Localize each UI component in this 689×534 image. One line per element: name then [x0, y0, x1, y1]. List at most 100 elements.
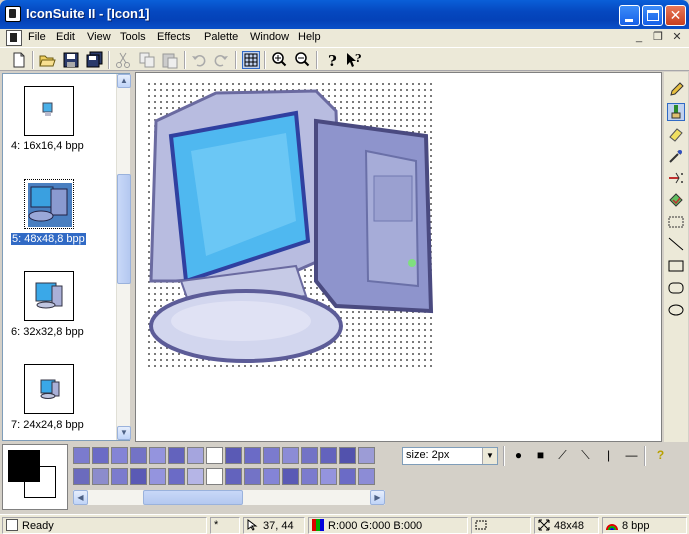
- brush-shape-square[interactable]: ■: [530, 446, 551, 465]
- palette-color-cell[interactable]: [225, 468, 242, 485]
- palette-color-cell[interactable]: [73, 447, 90, 464]
- brush-size-select[interactable]: size: 2px ▼: [402, 447, 498, 465]
- app-icon[interactable]: [5, 6, 21, 22]
- thumbnail-label[interactable]: 7: 24x24,8 bpp: [11, 419, 84, 431]
- editing-canvas[interactable]: [135, 72, 662, 442]
- zoom-out-button[interactable]: [293, 51, 311, 69]
- thumbnail-label[interactable]: 4: 16x16,4 bpp: [11, 140, 84, 152]
- grid-button[interactable]: [242, 51, 260, 69]
- save-button[interactable]: [62, 51, 80, 69]
- rounded-rect-tool[interactable]: [667, 279, 685, 297]
- mdi-minimize-button[interactable]: _: [632, 30, 646, 44]
- chevron-down-icon[interactable]: ▼: [482, 448, 497, 464]
- palette-color-cell[interactable]: [168, 447, 185, 464]
- open-button[interactable]: [38, 51, 56, 69]
- palette-color-cell[interactable]: [187, 468, 204, 485]
- palette-color-cell[interactable]: [282, 447, 299, 464]
- save-all-button[interactable]: [86, 51, 104, 69]
- palette-color-cell[interactable]: [187, 447, 204, 464]
- brush-shape-horizontal[interactable]: —: [621, 446, 642, 465]
- zoom-in-button[interactable]: [270, 51, 288, 69]
- foreground-color-swatch[interactable]: [8, 450, 40, 482]
- copy-button[interactable]: [138, 51, 156, 69]
- menu-help[interactable]: Help: [298, 31, 321, 43]
- palette-color-cell[interactable]: [358, 447, 375, 464]
- minimize-button[interactable]: [619, 5, 640, 26]
- undo-button[interactable]: [190, 51, 208, 69]
- thumbnail-scrollbar[interactable]: ▲ ▼: [116, 74, 131, 440]
- palette-color-cell[interactable]: [244, 447, 261, 464]
- palette-color-cell[interactable]: [206, 468, 223, 485]
- palette-color-cell[interactable]: [263, 447, 280, 464]
- thumbnail-48x48[interactable]: [24, 179, 74, 229]
- menu-view[interactable]: View: [87, 31, 111, 43]
- palette-color-cell[interactable]: [92, 447, 109, 464]
- menu-palette[interactable]: Palette: [204, 31, 238, 43]
- ellipse-tool[interactable]: [667, 301, 685, 319]
- thumbnail-label[interactable]: 6: 32x32,8 bpp: [11, 326, 84, 338]
- line-tool[interactable]: [667, 235, 685, 253]
- palette-color-cell[interactable]: [339, 468, 356, 485]
- maximize-button[interactable]: [642, 5, 663, 26]
- help-button[interactable]: ?: [323, 51, 341, 70]
- paste-button[interactable]: [161, 51, 179, 69]
- palette-color-cell[interactable]: [149, 447, 166, 464]
- palette-color-cell[interactable]: [339, 447, 356, 464]
- close-button[interactable]: ✕: [665, 5, 686, 26]
- brush-tool[interactable]: [667, 103, 685, 121]
- thumbnail-24x24[interactable]: [24, 364, 74, 414]
- context-help-button[interactable]: ?: [345, 51, 363, 69]
- eyedropper-tool[interactable]: [667, 147, 685, 165]
- palette-color-cell[interactable]: [358, 468, 375, 485]
- palette-color-cell[interactable]: [301, 468, 318, 485]
- new-button[interactable]: [10, 51, 28, 69]
- palette-color-cell[interactable]: [206, 447, 223, 464]
- thumbnail-32x32[interactable]: [24, 271, 74, 321]
- scroll-down-button[interactable]: ▼: [117, 426, 131, 440]
- palette-color-cell[interactable]: [130, 468, 147, 485]
- palette-color-cell[interactable]: [149, 468, 166, 485]
- palette-color-cell[interactable]: [73, 468, 90, 485]
- menu-file[interactable]: File: [28, 31, 46, 43]
- palette-color-cell[interactable]: [111, 468, 128, 485]
- mdi-close-button[interactable]: ✕: [670, 30, 684, 44]
- palette-scrollbar[interactable]: ◀ ▶: [73, 490, 385, 505]
- thumbnail-16x16[interactable]: [24, 86, 74, 136]
- palette-color-cell[interactable]: [301, 447, 318, 464]
- brush-shape-forward-slash[interactable]: ⟋: [552, 446, 573, 465]
- palette-color-cell[interactable]: [282, 468, 299, 485]
- menu-edit[interactable]: Edit: [56, 31, 75, 43]
- fill-tool[interactable]: [667, 191, 685, 209]
- palette-color-cell[interactable]: [320, 447, 337, 464]
- palette-color-cell[interactable]: [320, 468, 337, 485]
- brush-help-button[interactable]: ?: [650, 446, 671, 465]
- palette-color-cell[interactable]: [225, 447, 242, 464]
- eraser-tool[interactable]: [667, 125, 685, 143]
- palette-color-cell[interactable]: [111, 447, 128, 464]
- mdi-restore-button[interactable]: ❐: [651, 30, 665, 44]
- cut-button[interactable]: [114, 51, 132, 69]
- scroll-right-button[interactable]: ▶: [370, 490, 385, 505]
- brush-shape-round[interactable]: ●: [508, 446, 529, 465]
- thumbnail-label-selected[interactable]: 5: 48x48,8 bpp: [11, 233, 86, 245]
- menu-effects[interactable]: Effects: [157, 31, 190, 43]
- document-icon[interactable]: [6, 30, 22, 46]
- scroll-up-button[interactable]: ▲: [117, 74, 131, 88]
- brush-shape-vertical[interactable]: |: [598, 446, 619, 465]
- menu-tools[interactable]: Tools: [120, 31, 146, 43]
- palette-color-cell[interactable]: [263, 468, 280, 485]
- palette-color-cell[interactable]: [168, 468, 185, 485]
- scroll-thumb[interactable]: [117, 174, 131, 284]
- palette-color-cell[interactable]: [244, 468, 261, 485]
- menu-window[interactable]: Window: [250, 31, 289, 43]
- scroll-left-button[interactable]: ◀: [73, 490, 88, 505]
- brush-shape-back-slash[interactable]: ⟍: [575, 446, 596, 465]
- palette-color-cell[interactable]: [92, 468, 109, 485]
- select-tool[interactable]: [667, 213, 685, 231]
- redo-button[interactable]: [212, 51, 230, 69]
- spray-tool[interactable]: [667, 169, 685, 187]
- palette-scroll-thumb[interactable]: [143, 490, 243, 505]
- palette-color-cell[interactable]: [130, 447, 147, 464]
- rectangle-tool[interactable]: [667, 257, 685, 275]
- pencil-tool[interactable]: [667, 80, 685, 98]
